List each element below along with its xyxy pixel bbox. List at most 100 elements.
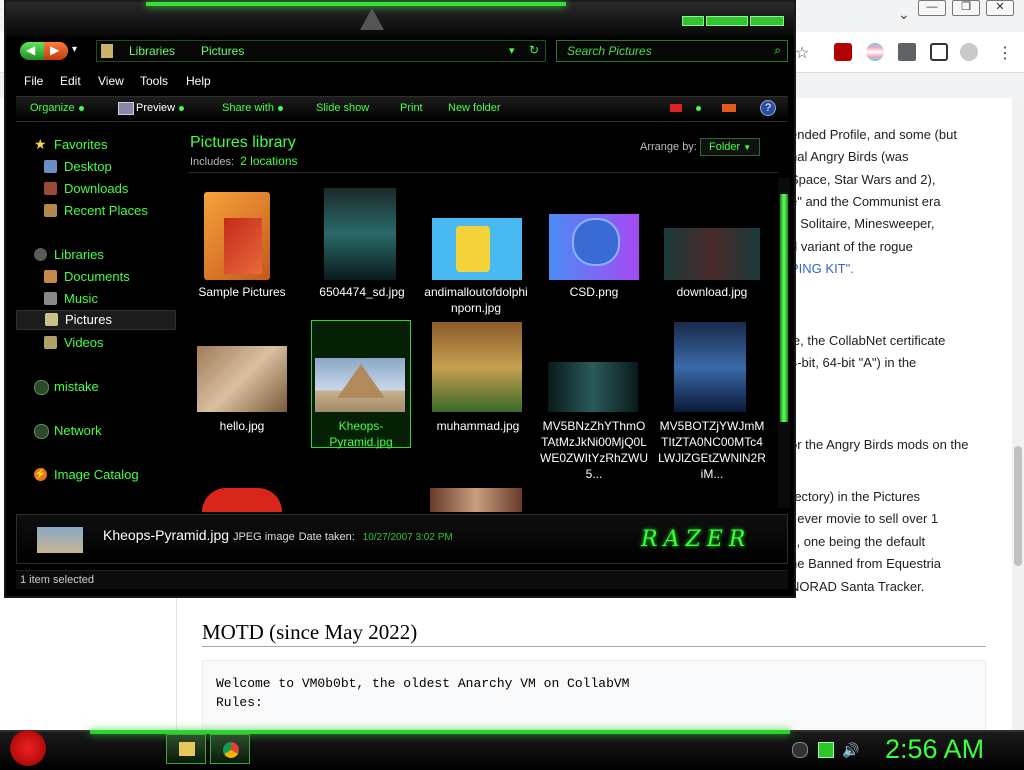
preview-pane-icon[interactable] [722,104,736,112]
organize-button[interactable]: Organize [30,102,84,114]
search-input[interactable]: Search Pictures ⌕ [556,40,788,62]
address-dropdown-icon[interactable]: ▾ [509,44,515,57]
arrange-by-dropdown[interactable]: Folder ▼ [700,138,760,156]
nav-network[interactable]: Network [16,422,176,440]
explorer-maximize-button[interactable] [706,16,748,26]
restore-button[interactable]: ❐ [952,0,980,16]
library-includes: Includes: 2 locations [190,154,298,168]
slide-show-button[interactable]: Slide show [316,102,369,114]
nav-pictures[interactable]: Pictures [16,310,176,330]
bookmark-star-icon[interactable]: ☆ [795,43,813,62]
menu-help[interactable]: Help [186,74,211,88]
start-button[interactable] [10,730,46,766]
side-panel-icon[interactable] [930,43,948,61]
browser-window-controls: — ❐ ✕ [918,0,1014,16]
nav-mistake[interactable]: mistake [16,378,176,396]
badge-circle [572,218,620,266]
partial-thumbnail[interactable] [202,488,282,512]
help-icon[interactable]: ? [760,100,776,116]
extensions-puzzle-icon[interactable] [898,43,916,61]
close-button[interactable]: ✕ [986,0,1014,16]
locations-link[interactable]: 2 locations [240,154,297,168]
motd-line: Rules: [216,695,263,710]
taskbar-clock[interactable]: 2:56 AM [885,734,984,765]
browser-menu-icon[interactable]: ⋮ [996,43,1014,62]
page-scroll-thumb[interactable] [1014,446,1022,566]
recent-places-icon [44,204,57,217]
wiki-text-line[interactable]: PING KIT". [790,261,854,276]
address-bar[interactable]: Libraries Pictures ▾ ↻ [96,40,546,62]
nav-music[interactable]: Music [16,290,176,308]
menu-tools[interactable]: Tools [140,74,168,88]
file-name: download.jpg [676,285,748,299]
refresh-icon[interactable]: ↻ [529,43,539,57]
nav-desktop[interactable]: Desktop [16,158,176,176]
libraries-icon [34,248,47,261]
organize-label: Organize [30,102,75,114]
file-name: CSD.png [569,285,619,299]
nav-favorites[interactable]: ★ Favorites [16,136,176,154]
videos-icon [44,336,57,349]
explorer-minimize-button[interactable] [682,16,704,26]
wiki-text-line: ended Profile, and some (but [790,127,957,142]
profile-avatar[interactable] [960,43,978,61]
explorer-window: ◀ ▶ ▾ Libraries Pictures ▾ ↻ Search Pict… [4,0,796,598]
razer-logo-icon [360,8,384,30]
recent-pages-icon[interactable]: ▾ [72,44,77,55]
motd-line: Welcome to VM0b0bt, the oldest Anarchy V… [216,676,630,691]
preview-icon [118,102,134,115]
taskbar-explorer-button[interactable] [166,734,206,764]
details-file-name: Kheops-Pyramid.jpg [103,527,230,543]
nav-image-catalog[interactable]: ⚡ Image Catalog [16,466,176,484]
back-button[interactable]: ◀ ▶ [20,42,68,60]
wiki-text-line: 4-bit, 64-bit "A") in the [790,355,917,370]
volume-icon[interactable]: 🔊 [842,742,859,758]
nav-libraries[interactable]: Libraries [16,246,176,264]
explorer-window-controls [682,16,784,26]
details-file-type: JPEG image [232,531,295,543]
minimize-button[interactable]: — [918,0,946,16]
razer-brand: RAZER [641,527,752,552]
breadcrumb-libraries[interactable]: Libraries [129,44,175,58]
arrange-by-label: Arrange by: [640,141,697,153]
wiki-text-line: le, the CollabNet certificate [790,333,946,348]
nav-downloads[interactable]: Downloads [16,180,176,198]
nav-documents[interactable]: Documents [16,268,176,286]
nav-recent-places[interactable]: Recent Places [16,202,176,220]
nav-videos[interactable]: Videos [16,334,176,352]
share-with-button[interactable]: Share with [222,102,283,114]
ublock-icon[interactable] [834,43,852,61]
dropdown-dot-icon [179,105,185,111]
taskbar-chrome-button[interactable] [210,734,250,764]
explorer-titlebar[interactable] [6,2,794,38]
titlebar-glow [146,2,566,6]
menu-file[interactable]: File [24,74,43,88]
image-thumbnail [324,188,396,280]
pyramid-shape [337,364,385,398]
tray-arrow-icon[interactable] [792,742,808,758]
new-folder-button[interactable]: New folder [448,102,501,114]
print-button[interactable]: Print [400,102,423,114]
view-options-icon[interactable] [670,104,682,112]
preview-button[interactable]: Preview [136,102,185,114]
view-dropdown-dot-icon[interactable] [696,106,701,111]
partial-thumbnail[interactable] [430,488,522,512]
menu-view[interactable]: View [98,74,124,88]
folder-preview [224,218,262,274]
breadcrumb-pictures[interactable]: Pictures [201,44,244,58]
forward-button[interactable]: ▶ [44,42,68,60]
wiki-text-line: Space, Star Wars and 2), [790,172,936,187]
content-scroll-thumb[interactable] [780,194,788,422]
file-name: MV5BNzZhYThmOTAtMzJkNi00MjQ0LWE0ZWItYzRh… [540,419,648,481]
details-pane: Kheops-Pyramid.jpg JPEG image Date taken… [16,514,788,564]
page-scrollbar[interactable] [1012,98,1024,730]
wiki-text-line: s, one being the default [790,534,926,549]
network-tray-icon[interactable] [818,742,834,758]
search-icon[interactable]: ⌕ [774,43,781,58]
explorer-close-button[interactable] [750,16,784,26]
tab-search-chevron-icon[interactable]: ⌄ [898,6,910,23]
extension-icon[interactable] [866,43,884,61]
file-name: MV5BOTZjYWJmMTItZTA0NC00MTc4LWJlZGEtZWNl… [658,419,766,481]
nav-network-label: Network [54,423,102,438]
menu-edit[interactable]: Edit [60,74,81,88]
